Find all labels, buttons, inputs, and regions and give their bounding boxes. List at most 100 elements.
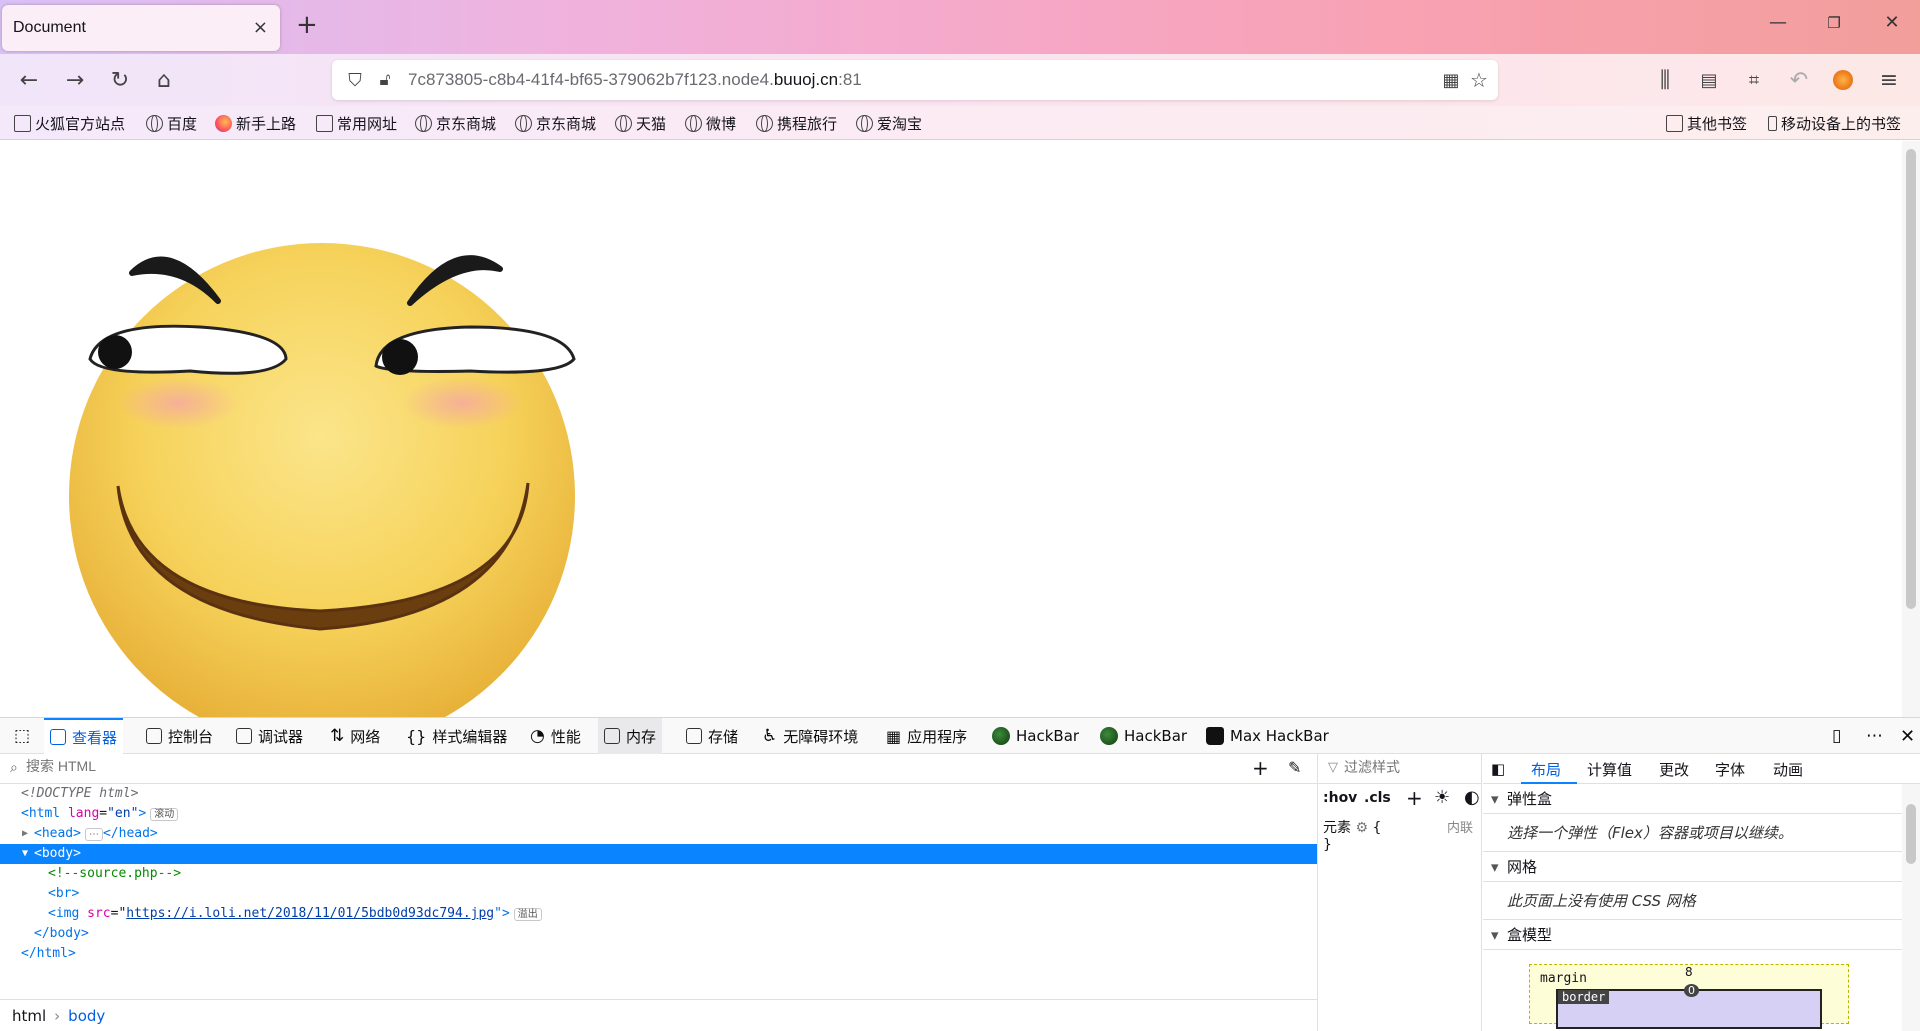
tree-node-comment[interactable]: <!--source.php--> <box>0 864 1317 884</box>
tab-max-hackbar[interactable]: Max HackBar <box>1200 718 1335 754</box>
minimize-icon[interactable]: — <box>1758 12 1798 33</box>
grid-section-header[interactable]: 网格 <box>1483 852 1920 882</box>
tab-performance[interactable]: ◔ 性能 <box>524 718 587 754</box>
more-options-button[interactable]: ⋯ <box>1860 718 1889 754</box>
forward-icon[interactable]: → <box>62 67 88 93</box>
pick-element-button[interactable]: ⬚ <box>8 718 36 754</box>
tab-hackbar[interactable]: HackBar <box>986 718 1085 754</box>
scroll-thumb[interactable] <box>1906 149 1916 609</box>
toggle-sidebar-icon[interactable]: ◧ <box>1491 760 1505 778</box>
html-search-input[interactable] <box>26 758 726 774</box>
add-node-icon[interactable]: + <box>1252 756 1269 780</box>
margin-top-value[interactable]: 8 <box>1685 965 1693 979</box>
light-theme-icon[interactable]: ☀ <box>1434 787 1450 808</box>
bookmark-item[interactable]: 常用网址 <box>316 113 397 134</box>
layout-scrollbar[interactable] <box>1902 784 1920 1031</box>
tab-label: 应用程序 <box>907 727 968 746</box>
tab-changes[interactable]: 更改 <box>1659 759 1689 780</box>
box-model-section-header[interactable]: 盒模型 <box>1483 920 1920 950</box>
tab-style-editor[interactable]: {} 样式编辑器 <box>400 718 513 754</box>
smiley-face-image <box>69 243 576 717</box>
flexbox-title: 弹性盒 <box>1507 790 1553 808</box>
filter-styles-input[interactable] <box>1344 759 1474 775</box>
other-bookmarks[interactable]: 其他书签 <box>1666 113 1747 134</box>
tab-accessibility[interactable]: ♿︎ 无障碍环境 <box>756 718 864 754</box>
library-icon[interactable]: ⫼ <box>1652 67 1678 93</box>
bookmark-item[interactable]: 微博 <box>685 113 736 134</box>
tab-hackbar-2[interactable]: HackBar <box>1094 718 1193 754</box>
back-icon[interactable]: ← <box>16 67 42 93</box>
flexbox-note-text: 选择一个弹性（Flex）容器或项目以继续。 <box>1507 824 1793 842</box>
cls-toggle[interactable]: .cls <box>1364 790 1391 806</box>
insecure-lock-icon[interactable]: 🔓︎ <box>372 67 398 93</box>
shield-icon[interactable]: ⛉ <box>342 67 368 93</box>
tab-close-icon[interactable]: × <box>253 17 268 38</box>
reload-icon[interactable]: ↻ <box>107 67 133 93</box>
home-icon[interactable]: ⌂ <box>151 67 177 93</box>
bookmark-item[interactable]: 携程旅行 <box>756 113 837 134</box>
bookmark-item[interactable]: 京东商城 <box>415 113 496 134</box>
bookmark-item[interactable]: 新手上路 <box>215 113 296 134</box>
tree-node-doctype[interactable]: <!DOCTYPE html> <box>0 784 1317 804</box>
tab-application[interactable]: ▦ 应用程序 <box>880 718 973 754</box>
border-box[interactable]: border 0 <box>1556 984 1822 1029</box>
mobile-bookmarks-label: 移动设备上的书签 <box>1781 115 1902 133</box>
collapsed-badge[interactable]: ⋯ <box>84 828 103 841</box>
url-bar[interactable]: ⛉ 🔓︎ 7c873805-c8b4-41f4-bf65-379062b7f12… <box>332 60 1498 100</box>
tree-node-head[interactable]: ▶ <head> ⋯ </head> <box>0 824 1317 844</box>
breadcrumb-body[interactable]: body <box>68 1007 105 1025</box>
bookmark-item[interactable]: 京东商城 <box>515 113 596 134</box>
tab-animations[interactable]: 动画 <box>1773 759 1803 780</box>
bookmark-item[interactable]: 天猫 <box>615 113 666 134</box>
tree-node-body-close[interactable]: </body> <box>0 924 1317 944</box>
overflow-badge[interactable]: 溢出 <box>513 908 542 921</box>
bookmark-item[interactable]: 百度 <box>146 113 197 134</box>
tab-console[interactable]: 控制台 <box>140 718 219 754</box>
scroll-badge[interactable]: 滚动 <box>150 808 179 821</box>
tree-node-br[interactable]: <br> <box>0 884 1317 904</box>
breadcrumb-html[interactable]: html <box>12 1007 46 1025</box>
bookmark-item[interactable]: 火狐官方站点 <box>14 113 125 134</box>
dock-button[interactable]: ▯ <box>1826 718 1847 754</box>
img-src-link[interactable]: https://i.loli.net/2018/11/01/5bdb0d93dc… <box>126 906 494 921</box>
qr-code-icon[interactable]: ▦ <box>1438 67 1464 93</box>
margin-box[interactable]: margin 8 border 0 <box>1529 964 1849 1029</box>
menu-icon[interactable]: ≡ <box>1876 67 1902 93</box>
tab-network[interactable]: ⇅ 网络 <box>324 718 386 754</box>
border-top-value[interactable]: 0 <box>1684 984 1699 997</box>
eyedropper-icon[interactable]: ✎ <box>1288 758 1301 777</box>
extension-icon[interactable] <box>1830 67 1856 93</box>
url-text[interactable]: 7c873805-c8b4-41f4-bf65-379062b7f123.nod… <box>408 70 862 90</box>
tree-node-html-close[interactable]: </html> <box>0 944 1317 964</box>
mobile-bookmarks[interactable]: 移动设备上的书签 <box>1768 113 1901 134</box>
bookmark-item[interactable]: 爱淘宝 <box>856 113 922 134</box>
gear-icon[interactable]: ⚙ <box>1355 820 1368 836</box>
new-tab-button[interactable]: + <box>296 10 318 40</box>
tree-node-html[interactable]: <html lang="en"> 滚动 <box>0 804 1317 824</box>
restore-icon[interactable]: ❐ <box>1814 14 1854 32</box>
expand-arrow-icon[interactable]: ▶ <box>22 824 28 844</box>
crop-icon[interactable]: ⌗ <box>1741 67 1767 93</box>
browser-tab[interactable]: Document × <box>2 5 280 51</box>
add-rule-icon[interactable]: + <box>1406 786 1423 810</box>
print-media-icon[interactable]: ◐ <box>1464 787 1480 808</box>
window-close-icon[interactable]: ✕ <box>1872 12 1912 33</box>
tree-node-body[interactable]: ▼ <body> <box>0 844 1317 864</box>
collapse-arrow-icon[interactable]: ▼ <box>22 844 28 864</box>
close-devtools-button[interactable]: ✕ <box>1894 718 1920 754</box>
undo-icon[interactable]: ↶ <box>1786 67 1812 93</box>
layout-scroll-thumb[interactable] <box>1906 804 1916 864</box>
tab-storage[interactable]: 存储 <box>680 718 744 754</box>
tab-fonts[interactable]: 字体 <box>1715 759 1745 780</box>
tab-memory[interactable]: 内存 <box>598 718 663 754</box>
sidebar-icon[interactable]: ▤ <box>1696 67 1722 93</box>
page-scrollbar[interactable] <box>1902 141 1920 717</box>
hov-toggle[interactable]: :hov <box>1323 790 1357 806</box>
tab-layout[interactable]: 布局 <box>1531 759 1561 780</box>
tab-computed[interactable]: 计算值 <box>1587 759 1632 780</box>
flexbox-section-header[interactable]: 弹性盒 <box>1483 784 1920 814</box>
bookmark-star-icon[interactable]: ☆ <box>1466 67 1492 93</box>
tab-debugger[interactable]: 调试器 <box>230 718 309 754</box>
tree-node-img[interactable]: <img src="https://i.loli.net/2018/11/01/… <box>0 904 1317 924</box>
tab-inspector[interactable]: 查看器 <box>44 718 124 754</box>
